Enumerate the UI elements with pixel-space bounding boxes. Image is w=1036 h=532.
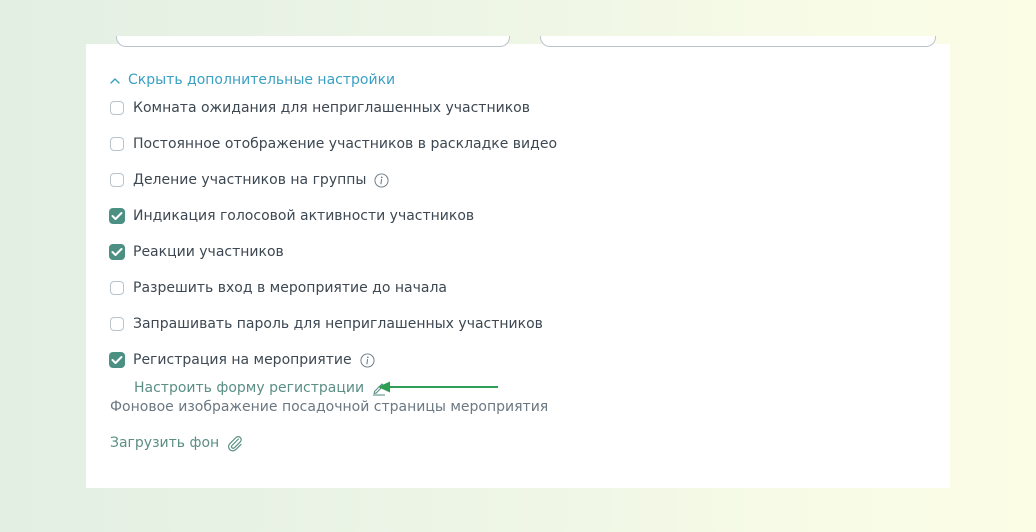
input-field-bottom-right[interactable]: [540, 36, 936, 47]
info-icon[interactable]: [360, 352, 375, 368]
upload-background-label: Загрузить фон: [110, 435, 220, 451]
reactions-checkbox[interactable]: [109, 244, 125, 260]
option-registration[interactable]: Регистрация на мероприятие: [109, 350, 375, 370]
option-label: Запрашивать пароль для неприглашенных уч…: [133, 316, 543, 332]
option-label: Деление участников на группы: [133, 172, 367, 188]
checkmark-icon: [111, 212, 123, 220]
option-label: Индикация голосовой активности участнико…: [133, 208, 475, 224]
configure-registration-form-link[interactable]: Настроить форму регистрации: [134, 378, 387, 398]
option-waiting-room[interactable]: Комната ожидания для неприглашенных учас…: [110, 98, 530, 118]
option-label: Комната ожидания для неприглашенных учас…: [133, 100, 530, 116]
early-entry-checkbox[interactable]: [110, 281, 124, 295]
chevron-up-icon: [110, 77, 120, 84]
option-early-entry[interactable]: Разрешить вход в мероприятие до начала: [110, 278, 447, 298]
breakout-groups-checkbox[interactable]: [110, 173, 124, 187]
option-password[interactable]: Запрашивать пароль для неприглашенных уч…: [110, 314, 543, 334]
settings-panel: Скрыть дополнительные настройки Комната …: [86, 36, 950, 488]
checkmark-icon: [111, 248, 123, 256]
configure-registration-form-label: Настроить форму регистрации: [134, 380, 365, 396]
paperclip-icon: [228, 436, 242, 452]
option-label: Реакции участников: [133, 244, 284, 260]
hide-advanced-settings-label: Скрыть дополнительные настройки: [128, 72, 396, 88]
option-persistent-participants[interactable]: Постоянное отображение участников в раск…: [110, 134, 557, 154]
upload-background-link[interactable]: Загрузить фон: [110, 433, 244, 453]
hide-advanced-settings-toggle[interactable]: Скрыть дополнительные настройки: [110, 71, 395, 89]
option-breakout-groups[interactable]: Деление участников на группы: [110, 170, 389, 190]
registration-checkbox[interactable]: [109, 352, 125, 368]
voice-activity-checkbox[interactable]: [109, 208, 125, 224]
info-icon[interactable]: [374, 172, 389, 188]
waiting-room-checkbox[interactable]: [110, 101, 124, 115]
password-checkbox[interactable]: [110, 317, 124, 331]
annotation-arrow: [378, 381, 498, 393]
persistent-participants-checkbox[interactable]: [110, 137, 124, 151]
input-field-bottom-left[interactable]: [116, 36, 510, 47]
option-label: Регистрация на мероприятие: [133, 352, 352, 368]
option-label: Разрешить вход в мероприятие до начала: [133, 280, 447, 296]
checkmark-icon: [111, 356, 123, 364]
option-label: Постоянное отображение участников в раск…: [133, 136, 558, 152]
background-image-title: Фоновое изображение посадочной страницы …: [110, 399, 549, 415]
option-reactions[interactable]: Реакции участников: [109, 242, 284, 262]
option-voice-activity[interactable]: Индикация голосовой активности участнико…: [109, 206, 475, 226]
